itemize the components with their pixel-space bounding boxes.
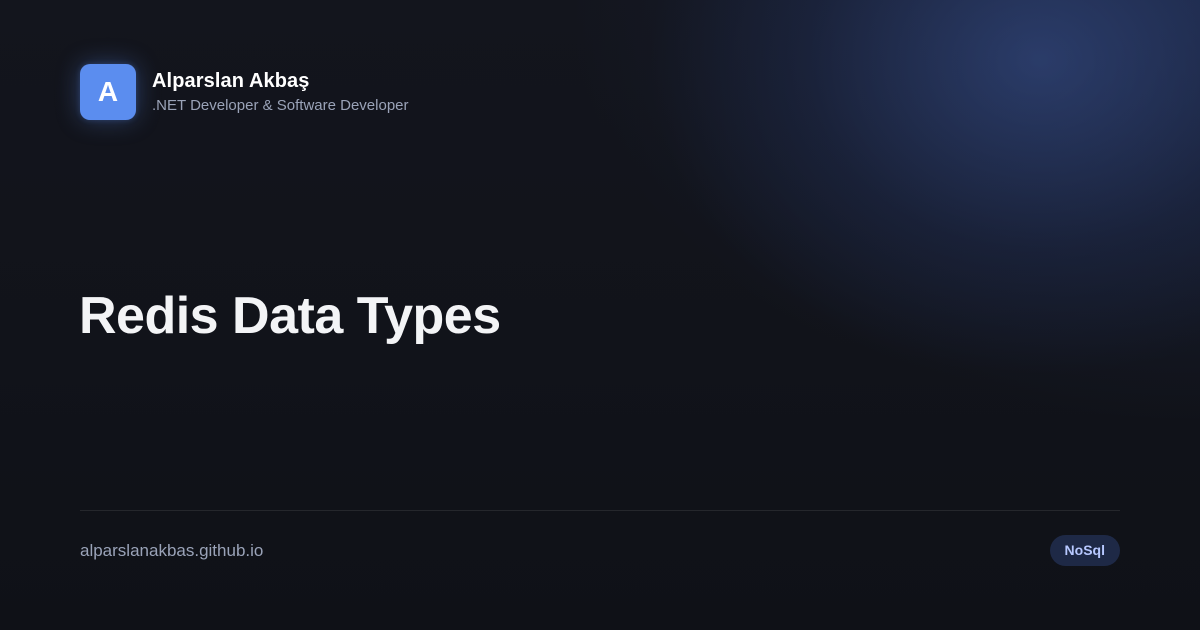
tag-badge: NoSql [1049,535,1120,566]
social-card: A Alparslan Akbaş .NET Developer & Softw… [0,0,1200,630]
author-identity: Alparslan Akbaş .NET Developer & Softwar… [152,69,409,115]
author-header: A Alparslan Akbaş .NET Developer & Softw… [80,64,409,120]
author-name: Alparslan Akbaş [152,70,310,92]
site-url: alparslanakbas.github.io [80,541,264,560]
post-title: Redis Data Types [79,287,501,345]
author-avatar: A [80,64,136,120]
footer-divider [80,510,1120,511]
author-role: .NET Developer & Software Developer [152,97,409,114]
